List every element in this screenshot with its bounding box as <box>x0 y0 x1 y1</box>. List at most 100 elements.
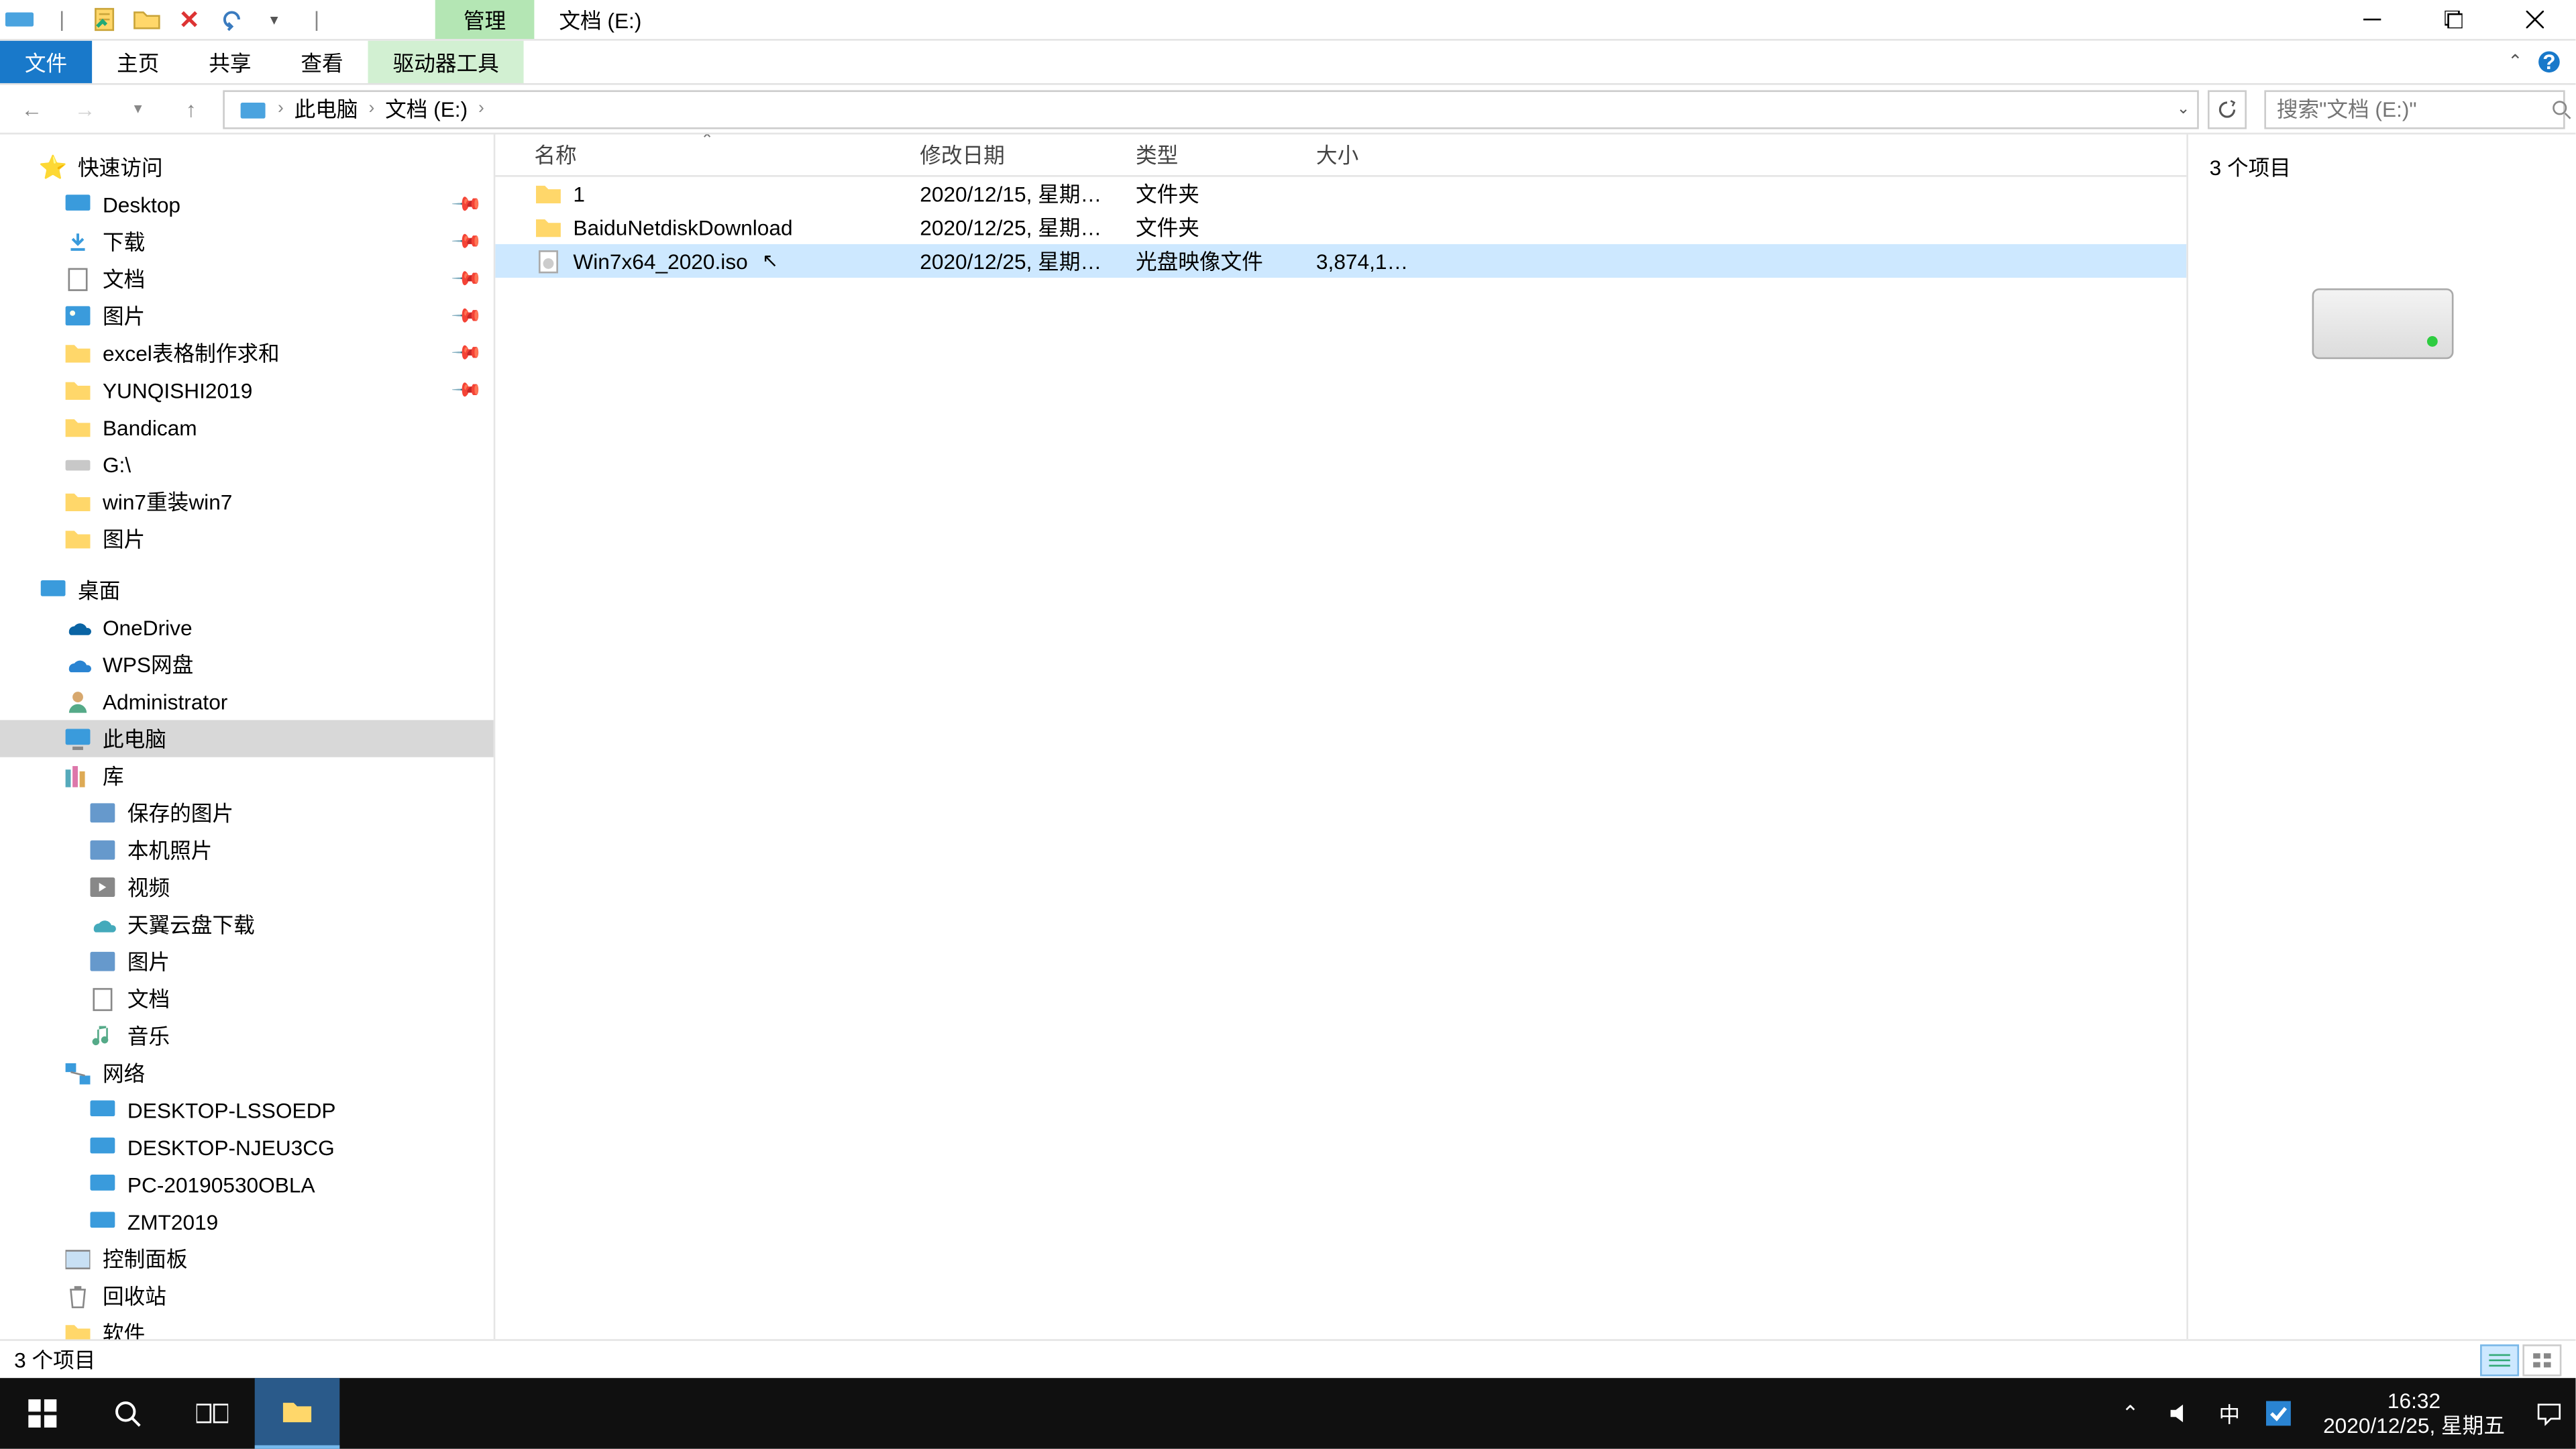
nav-label: 图片 <box>103 524 145 554</box>
file-row[interactable]: BaiduNetdiskDownload2020/12/25, 星期五 1...… <box>495 211 2186 244</box>
ribbon-tab-share[interactable]: 共享 <box>184 41 276 83</box>
file-rows[interactable]: 12020/12/15, 星期二 1...文件夹BaiduNetdiskDown… <box>495 177 2186 1340</box>
nav-pc1[interactable]: DESKTOP-LSSOEDP <box>0 1091 494 1128</box>
file-date: 2020/12/25, 星期五 1... <box>909 212 1125 242</box>
desktop-icon <box>39 576 67 604</box>
breadcrumb[interactable]: › 此电脑 › 文档 (E:) › ⌄ <box>223 89 2199 128</box>
minimize-button[interactable] <box>2332 0 2413 40</box>
chevron-right-icon[interactable]: › <box>478 99 484 119</box>
breadcrumb-seg-thispc[interactable]: 此电脑 <box>287 94 365 124</box>
ribbon-tab-drive-tools[interactable]: 驱动器工具 <box>368 41 524 83</box>
refresh-button[interactable] <box>2208 89 2247 128</box>
nav-desktop[interactable]: Desktop📌 <box>0 186 494 223</box>
nav-wps[interactable]: WPS网盘 <box>0 646 494 683</box>
taskbar[interactable]: ⌃ 中 16:32 2020/12/25, 星期五 <box>0 1378 2575 1448</box>
ribbon-tab-view[interactable]: 查看 <box>276 41 368 83</box>
sort-asc-icon: ⌃ <box>700 134 714 150</box>
chevron-right-icon[interactable]: › <box>368 99 374 119</box>
ime-indicator[interactable]: 中 <box>2214 1399 2245 1429</box>
start-button[interactable] <box>0 1378 85 1448</box>
tray-overflow-icon[interactable]: ⌃ <box>2114 1401 2146 1426</box>
breadcrumb-root-icon[interactable] <box>231 98 274 119</box>
ribbon-tab-home[interactable]: 主页 <box>92 41 184 83</box>
recycle-icon <box>64 1282 92 1310</box>
nav-onedrive[interactable]: OneDrive <box>0 608 494 645</box>
nav-control-panel[interactable]: 控制面板 <box>0 1240 494 1277</box>
nav-saved-pictures[interactable]: 保存的图片 <box>0 794 494 831</box>
nav-pictures2[interactable]: 图片 <box>0 520 494 557</box>
nav-libraries[interactable]: 库 <box>0 757 494 794</box>
file-row[interactable]: 12020/12/15, 星期二 1...文件夹 <box>495 177 2186 211</box>
search-box[interactable] <box>2264 89 2565 128</box>
tray-app-icon[interactable] <box>2263 1401 2294 1426</box>
nav-network[interactable]: 网络 <box>0 1055 494 1091</box>
nav-excel-folder[interactable]: excel表格制作求和📌 <box>0 334 494 371</box>
nav-docs-lib[interactable]: 文档 <box>0 980 494 1017</box>
nav-tianyi[interactable]: 天翼云盘下载 <box>0 906 494 943</box>
nav-pc3[interactable]: PC-20190530OBLA <box>0 1166 494 1203</box>
nav-software[interactable]: 软件 <box>0 1314 494 1339</box>
view-large-icons-button[interactable] <box>2522 1344 2561 1375</box>
breadcrumb-seg-drive[interactable]: 文档 (E:) <box>378 94 475 124</box>
breadcrumb-dropdown-icon[interactable]: ⌄ <box>2177 99 2190 119</box>
nav-downloads[interactable]: 下载📌 <box>0 223 494 260</box>
file-list: ⌃ 名称 修改日期 类型 大小 12020/12/15, 星期二 1...文件夹… <box>495 134 2186 1339</box>
nav-thispc[interactable]: 此电脑 <box>0 720 494 757</box>
qat-separator: | <box>301 3 332 35</box>
nav-label: 桌面 <box>78 575 120 605</box>
nav-back-button[interactable]: ← <box>11 88 53 130</box>
col-header-name[interactable]: 名称 <box>524 140 910 170</box>
nav-quick-access[interactable]: ⭐快速访问 <box>0 149 494 186</box>
window-controls <box>2332 0 2576 40</box>
nav-documents[interactable]: 文档📌 <box>0 260 494 297</box>
network-icon <box>64 1059 92 1087</box>
undo-icon[interactable] <box>216 3 248 35</box>
nav-music-lib[interactable]: 音乐 <box>0 1017 494 1054</box>
file-row[interactable]: Win7x64_2020.iso↖2020/12/25, 星期五 1...光盘映… <box>495 244 2186 278</box>
task-view-button[interactable] <box>170 1378 255 1448</box>
properties-icon[interactable] <box>89 3 120 35</box>
nav-administrator[interactable]: Administrator <box>0 683 494 720</box>
nav-desktop-root[interactable]: 桌面 <box>0 572 494 608</box>
nav-pc4[interactable]: ZMT2019 <box>0 1203 494 1240</box>
ribbon-expand-icon[interactable]: ⌃ <box>2508 52 2522 72</box>
column-header[interactable]: ⌃ 名称 修改日期 类型 大小 <box>495 134 2186 176</box>
help-icon[interactable]: ? <box>2536 50 2561 74</box>
nav-gdrive[interactable]: G:\ <box>0 446 494 483</box>
control-panel-icon <box>64 1244 92 1273</box>
view-details-button[interactable] <box>2480 1344 2519 1375</box>
nav-recent-dropdown[interactable]: ▾ <box>117 88 159 130</box>
nav-camera-roll[interactable]: 本机照片 <box>0 831 494 868</box>
taskbar-search-button[interactable] <box>85 1378 170 1448</box>
delete-icon[interactable]: ✕ <box>173 3 205 35</box>
context-tab-manage[interactable]: 管理 <box>435 0 535 39</box>
nav-pics-lib[interactable]: 图片 <box>0 943 494 980</box>
close-button[interactable] <box>2494 0 2575 40</box>
nav-label: 视频 <box>127 872 170 902</box>
nav-forward-button[interactable]: → <box>64 88 106 130</box>
nav-up-button[interactable]: ↑ <box>170 88 212 130</box>
nav-pc2[interactable]: DESKTOP-NJEU3CG <box>0 1128 494 1165</box>
nav-bandicam[interactable]: Bandicam <box>0 409 494 445</box>
col-header-type[interactable]: 类型 <box>1125 140 1305 170</box>
nav-videos[interactable]: 视频 <box>0 869 494 906</box>
taskbar-clock[interactable]: 16:32 2020/12/25, 星期五 <box>2312 1388 2516 1439</box>
chevron-right-icon[interactable]: › <box>278 99 284 119</box>
qat-dropdown-icon[interactable]: ▾ <box>258 3 290 35</box>
action-center-icon[interactable] <box>2533 1401 2565 1426</box>
navigation-pane[interactable]: ⭐快速访问 Desktop📌 下载📌 文档📌 图片📌 excel表格制作求和📌 … <box>0 134 495 1339</box>
taskbar-explorer[interactable] <box>255 1378 340 1448</box>
nav-win7reinstall[interactable]: win7重装win7 <box>0 483 494 520</box>
nav-recycle-bin[interactable]: 回收站 <box>0 1277 494 1314</box>
search-icon[interactable] <box>2551 98 2573 119</box>
maximize-button[interactable] <box>2413 0 2494 40</box>
ribbon-tab-file[interactable]: 文件 <box>0 41 92 83</box>
nav-yunqishi[interactable]: YUNQISHI2019📌 <box>0 372 494 409</box>
nav-label: ZMT2019 <box>127 1209 218 1234</box>
col-header-date[interactable]: 修改日期 <box>909 140 1125 170</box>
new-folder-icon[interactable] <box>131 3 162 35</box>
nav-pictures[interactable]: 图片📌 <box>0 297 494 334</box>
search-input[interactable] <box>2277 97 2551 121</box>
col-header-size[interactable]: 大小 <box>1305 140 1422 170</box>
volume-icon[interactable] <box>2164 1401 2196 1426</box>
